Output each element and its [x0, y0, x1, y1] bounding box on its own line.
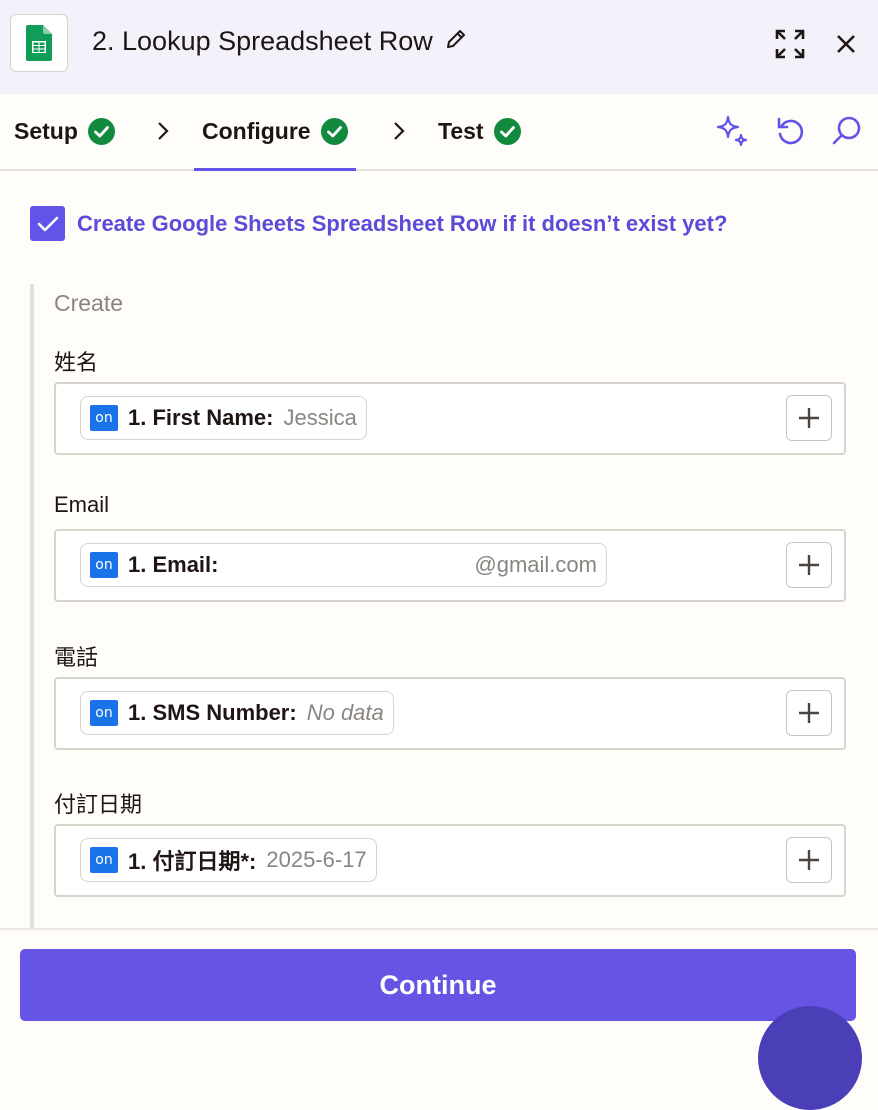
- tab-test[interactable]: Test: [438, 94, 521, 169]
- expand-icon[interactable]: [772, 26, 808, 62]
- help-chat-bubble[interactable]: [758, 1006, 862, 1110]
- chevron-right-icon: [158, 122, 169, 140]
- check-circle-icon: [320, 118, 348, 145]
- plus-icon: [799, 850, 819, 870]
- google-sheets-icon: [10, 14, 68, 72]
- tab-setup[interactable]: Setup: [14, 94, 115, 169]
- pill-key: 1. SMS Number:: [128, 700, 297, 725]
- chevron-right-icon: [394, 122, 405, 140]
- plus-icon: [799, 703, 819, 723]
- pill-key: 1. 付訂日期*:: [128, 849, 257, 874]
- data-pill[interactable]: on 1. SMS Number: No data: [80, 691, 394, 735]
- step-title: 2. Lookup Spreadsheet Row: [92, 26, 433, 56]
- check-circle-icon: [493, 118, 521, 145]
- pill-value: @gmail.com: [474, 552, 597, 577]
- close-icon[interactable]: [828, 26, 864, 62]
- field-input-phone[interactable]: on 1. SMS Number: No data: [54, 677, 846, 750]
- step-title-group[interactable]: 2. Lookup Spreadsheet Row: [92, 26, 467, 57]
- create-section-heading: Create: [54, 290, 124, 316]
- insert-data-button[interactable]: [786, 542, 832, 588]
- insert-data-button[interactable]: [786, 837, 832, 883]
- field-input-order-date[interactable]: on 1. 付訂日期*: 2025-6-17: [54, 824, 846, 897]
- checkmark-icon: [37, 216, 58, 231]
- footer-divider: [0, 928, 878, 930]
- pill-key: 1. Email:: [128, 552, 219, 577]
- pill-key: 1. First Name:: [128, 405, 274, 430]
- insert-data-button[interactable]: [786, 395, 832, 441]
- field-label-email: Email: [54, 492, 110, 517]
- tab-configure-label: Configure: [202, 118, 311, 144]
- create-if-missing-label[interactable]: Create Google Sheets Spreadsheet Row if …: [77, 211, 727, 237]
- check-circle-icon: [87, 118, 115, 145]
- on-app-icon: on: [90, 700, 118, 726]
- field-label-phone: 電話: [54, 645, 99, 670]
- data-pill[interactable]: on 1. 付訂日期*: 2025-6-17: [80, 838, 377, 882]
- continue-button[interactable]: Continue: [20, 949, 856, 1021]
- on-app-icon: on: [90, 405, 118, 431]
- refresh-icon[interactable]: [772, 113, 808, 149]
- ai-sparkle-icon[interactable]: [714, 113, 750, 149]
- create-if-missing-checkbox[interactable]: [30, 206, 65, 241]
- field-input-email[interactable]: on 1. Email: @gmail.com: [54, 529, 846, 602]
- search-icon[interactable]: [828, 113, 864, 149]
- step-header: 2. Lookup Spreadsheet Row: [0, 0, 878, 94]
- plus-icon: [799, 408, 819, 428]
- data-pill[interactable]: on 1. Email: @gmail.com: [80, 543, 607, 587]
- pill-value: Jessica: [283, 405, 357, 430]
- tab-test-label: Test: [438, 118, 484, 144]
- tab-setup-label: Setup: [14, 118, 78, 144]
- plus-icon: [799, 555, 819, 575]
- on-app-icon: on: [90, 552, 118, 578]
- on-app-icon: on: [90, 847, 118, 873]
- field-input-name[interactable]: on 1. First Name: Jessica: [54, 382, 846, 455]
- field-label-order-date: 付訂日期: [54, 792, 143, 817]
- tab-configure[interactable]: Configure: [194, 94, 356, 171]
- data-pill[interactable]: on 1. First Name: Jessica: [80, 396, 367, 440]
- field-label-name: 姓名: [54, 350, 99, 375]
- create-section-rail: [30, 284, 34, 928]
- pill-value: No data: [306, 700, 384, 725]
- insert-data-button[interactable]: [786, 690, 832, 736]
- pill-value: 2025-6-17: [266, 847, 367, 872]
- edit-pencil-icon[interactable]: [445, 26, 467, 57]
- create-if-missing-option: Create Google Sheets Spreadsheet Row if …: [30, 206, 727, 241]
